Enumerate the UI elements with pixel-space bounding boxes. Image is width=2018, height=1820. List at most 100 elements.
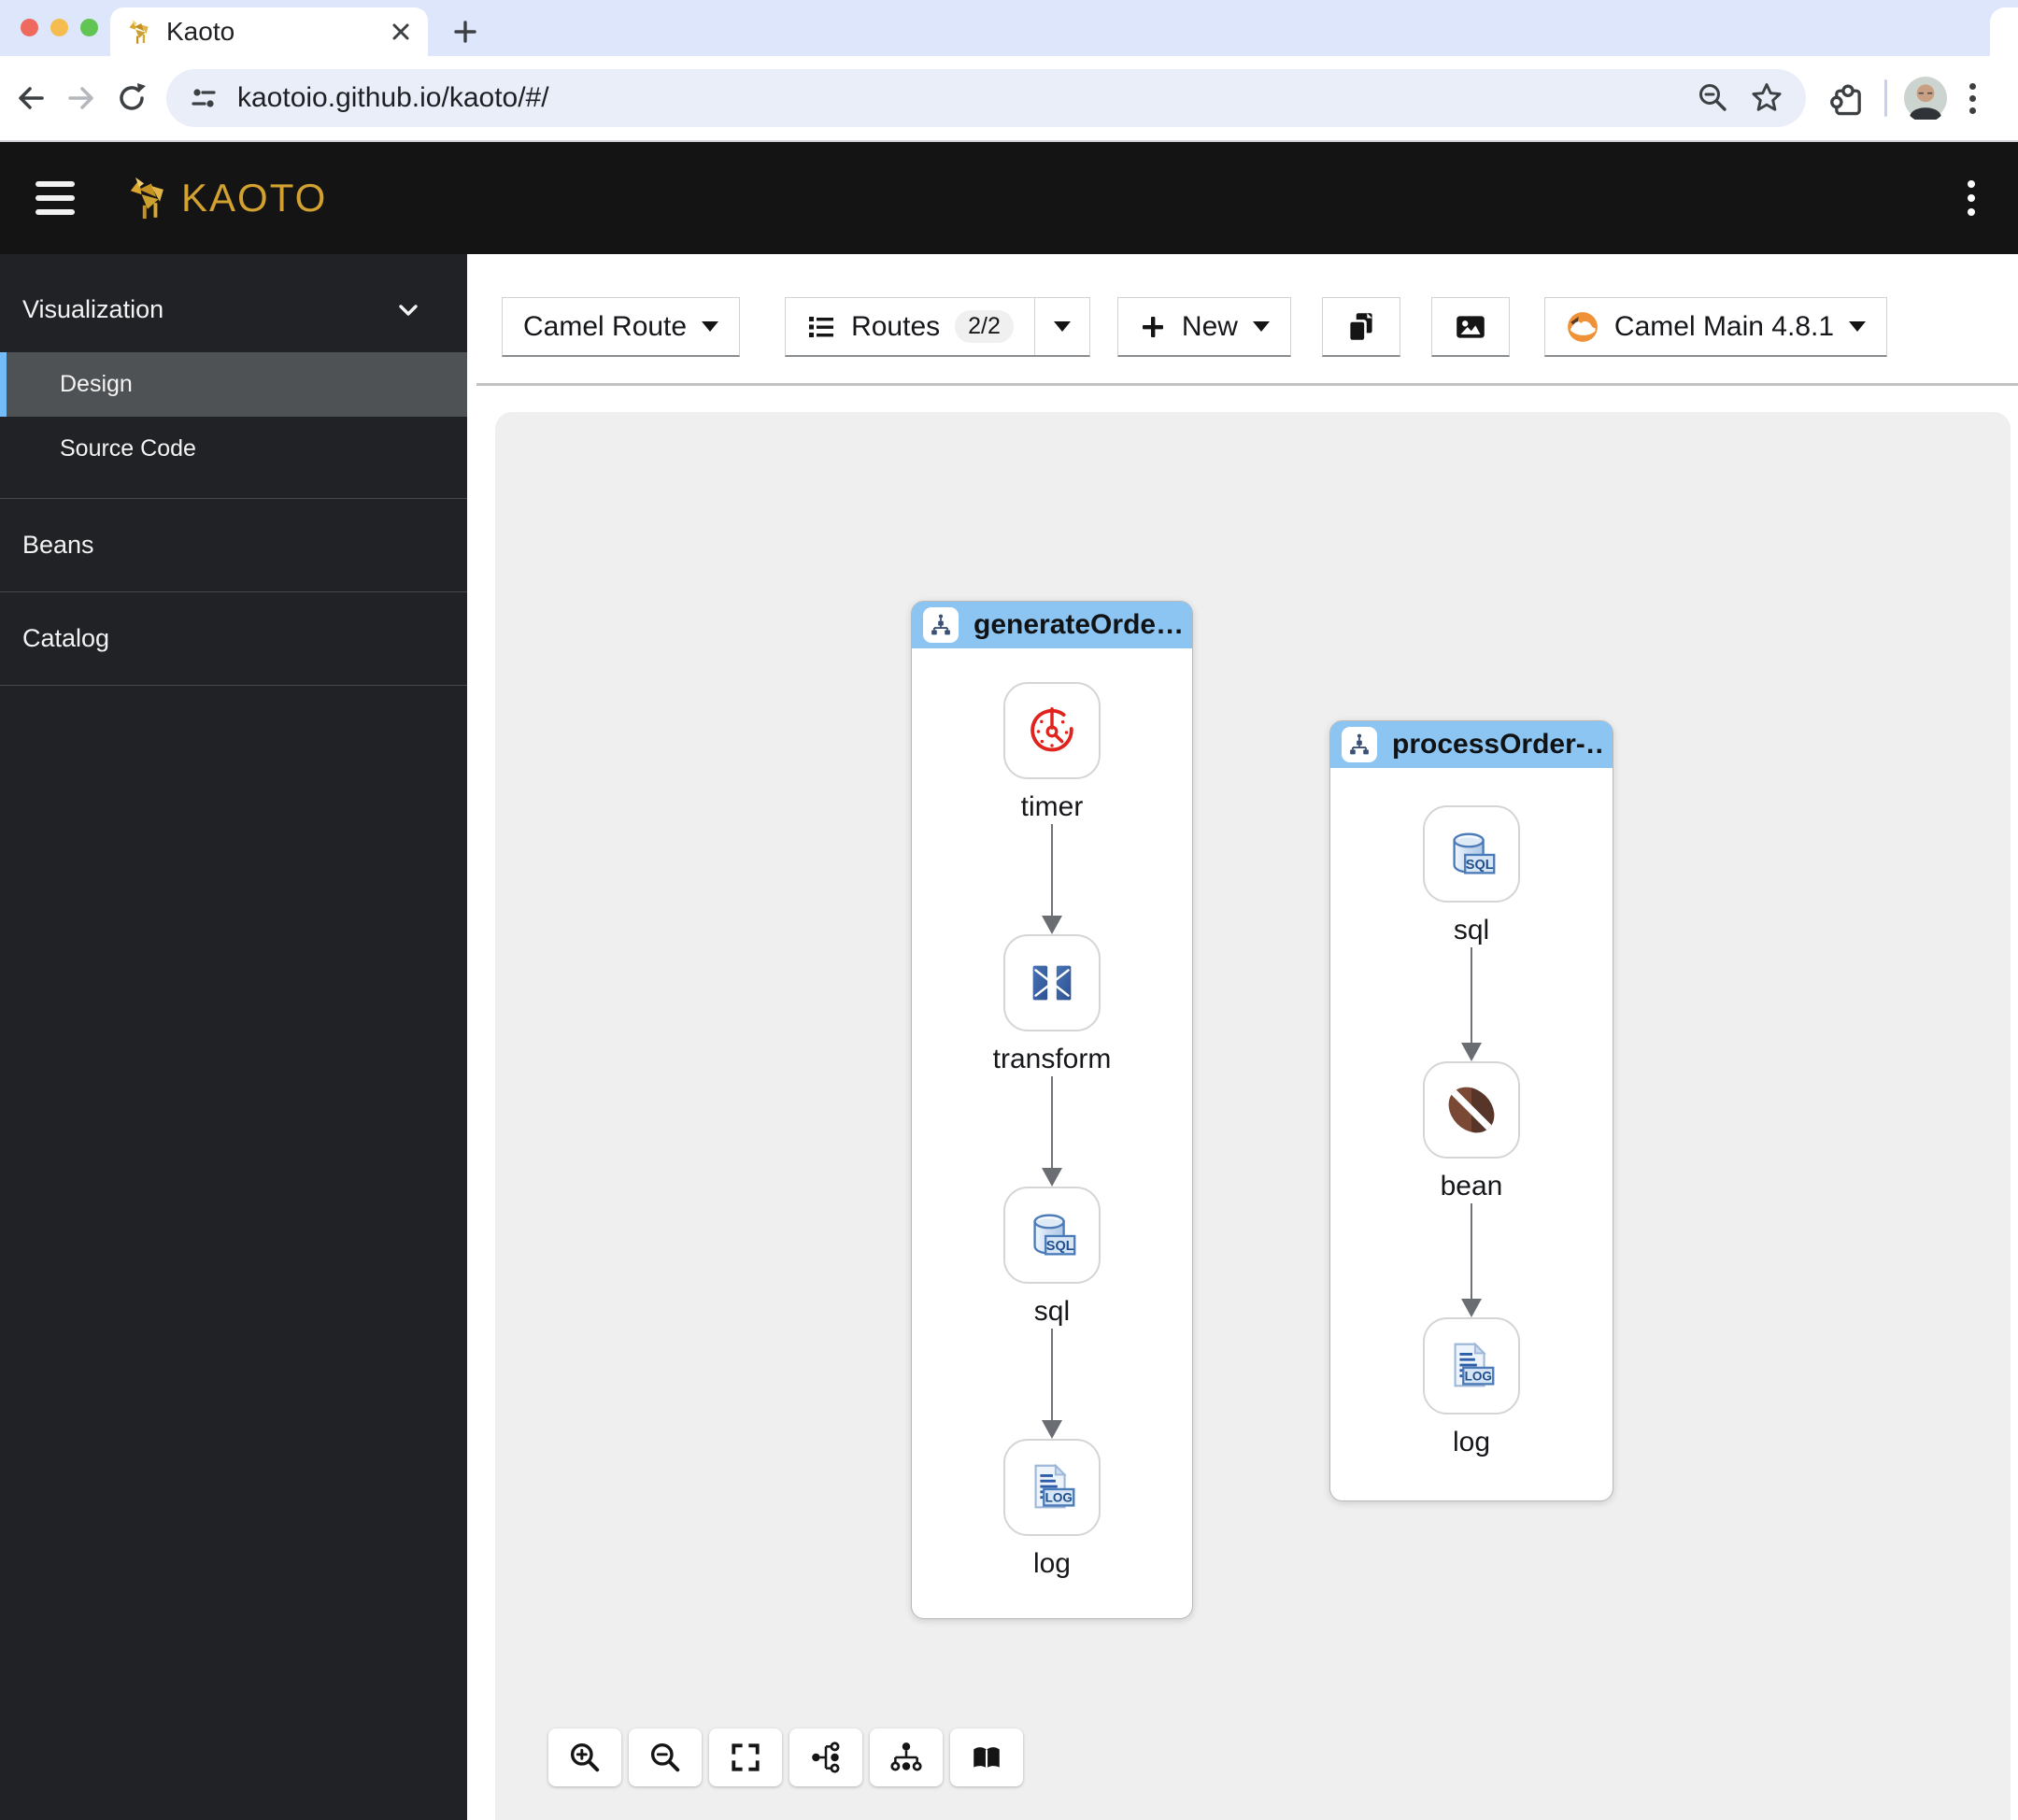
- zoom-in-button[interactable]: [548, 1728, 621, 1786]
- step-tile[interactable]: [1423, 1061, 1520, 1159]
- vertical-layout-button[interactable]: [870, 1728, 943, 1786]
- step-log[interactable]: LOG log: [1002, 1439, 1101, 1581]
- edge-arrow: [1041, 1076, 1062, 1187]
- export-code-button[interactable]: [1321, 297, 1400, 357]
- svg-text:SQL: SQL: [1466, 858, 1494, 873]
- flows-label: Routes: [851, 310, 941, 342]
- flows-list-dropdown[interactable]: Routes 2/2: [785, 297, 1090, 357]
- canvas-controls: [548, 1728, 1023, 1786]
- step-tile[interactable]: LOG: [1002, 1439, 1101, 1536]
- runtime-label: Camel Main 4.8.1: [1613, 310, 1835, 342]
- fit-to-screen-button[interactable]: [709, 1728, 782, 1786]
- route-card-header[interactable]: generateOrde…: [912, 602, 1192, 648]
- route-type-badge: [1342, 727, 1377, 762]
- step-log[interactable]: LOG log: [1423, 1317, 1520, 1459]
- address-bar[interactable]: kaotoio.github.io/kaoto/#/: [166, 69, 1806, 127]
- extensions-icon[interactable]: [1828, 78, 1868, 118]
- camel-favicon-icon: [129, 20, 149, 44]
- sidebar-item-label: Source Code: [60, 435, 196, 462]
- svg-text:LOG: LOG: [1045, 1491, 1073, 1505]
- sidebar-item-beans[interactable]: Beans: [0, 499, 467, 591]
- brand-title: KAOTO: [181, 176, 328, 220]
- flows-count-badge: 2/2: [955, 310, 1014, 343]
- runtime-selector-dropdown[interactable]: Camel Main 4.8.1: [1543, 297, 1888, 357]
- chevron-down-icon: [399, 304, 418, 316]
- sidebar-item-design[interactable]: Design: [0, 352, 467, 417]
- step-tile[interactable]: [1002, 682, 1101, 779]
- forward-button[interactable]: [56, 73, 107, 123]
- close-window-button[interactable]: [21, 19, 38, 36]
- route-steps: timer transform SQL sql LOG log: [992, 648, 1112, 1618]
- toolbar-divider: [476, 383, 2018, 386]
- step-sql[interactable]: SQL sql: [1002, 1187, 1101, 1329]
- zoom-in-icon: [570, 1742, 600, 1772]
- profile-avatar[interactable]: [1904, 77, 1947, 120]
- flows-caret-button[interactable]: [1035, 298, 1089, 355]
- horizontal-layout-button[interactable]: [789, 1728, 862, 1786]
- route-card-processOrder[interactable]: processOrder-… SQL sql bean LOG log: [1329, 720, 1613, 1501]
- sidebar-item-source-code[interactable]: Source Code: [0, 417, 467, 481]
- route-card-header[interactable]: processOrder-…: [1330, 721, 1613, 768]
- new-entity-dropdown[interactable]: New: [1116, 297, 1291, 357]
- step-sql[interactable]: SQL sql: [1423, 805, 1520, 947]
- timer-icon: [1030, 707, 1073, 752]
- step-tile[interactable]: SQL: [1002, 1187, 1101, 1284]
- zoom-out-page-icon[interactable]: [1696, 80, 1731, 116]
- step-tile[interactable]: SQL: [1423, 805, 1520, 903]
- site-settings-icon[interactable]: [187, 81, 220, 115]
- zoom-out-icon: [650, 1742, 680, 1772]
- step-bean[interactable]: bean: [1423, 1061, 1520, 1203]
- reload-button[interactable]: [107, 73, 157, 123]
- browser-menu-button[interactable]: [1964, 82, 1982, 114]
- minimize-window-button[interactable]: [50, 19, 68, 36]
- navigation-sidebar: Visualization Design Source Code Beans C…: [0, 254, 467, 1820]
- step-tile[interactable]: [1002, 934, 1101, 1031]
- step-timer[interactable]: timer: [1002, 682, 1101, 824]
- vertical-layout-icon: [890, 1742, 922, 1771]
- step-transform[interactable]: transform: [992, 934, 1112, 1076]
- visualization-toolbar: Camel Route Routes 2/2 New Camel Main 4.…: [467, 254, 2018, 383]
- catalog-book-button[interactable]: [950, 1728, 1023, 1786]
- sidebar-item-label: Beans: [22, 531, 94, 559]
- horizontal-layout-icon: [812, 1742, 840, 1773]
- header-menu-button[interactable]: [1962, 175, 1981, 221]
- bookmark-star-icon[interactable]: [1748, 79, 1785, 117]
- sidebar-divider: [0, 685, 467, 686]
- camel-runtime-icon: [1568, 311, 1598, 342]
- back-button[interactable]: [6, 73, 56, 123]
- step-label: transform: [992, 1044, 1112, 1074]
- url-text[interactable]: kaotoio.github.io/kaoto/#/: [237, 82, 1679, 114]
- sidebar-item-catalog[interactable]: Catalog: [0, 592, 467, 685]
- route-type-badge: [923, 607, 959, 643]
- new-tab-button[interactable]: [447, 13, 484, 50]
- camel-logo-icon: [130, 177, 163, 220]
- step-tile[interactable]: LOG: [1423, 1317, 1520, 1415]
- step-label: bean: [1440, 1171, 1503, 1201]
- list-icon: [809, 316, 834, 337]
- export-image-button[interactable]: [1430, 297, 1510, 357]
- design-page: Camel Route Routes 2/2 New Camel Main 4.…: [467, 254, 2018, 1820]
- step-label: timer: [1020, 791, 1084, 822]
- browser-toolbar: kaotoio.github.io/kaoto/#/: [0, 56, 2018, 140]
- route-sitemap-icon: [1350, 733, 1369, 755]
- book-icon: [973, 1747, 1000, 1769]
- sidebar-toggle-button[interactable]: [28, 174, 82, 222]
- reload-icon: [120, 83, 146, 110]
- browser-tab[interactable]: Kaoto: [110, 7, 428, 56]
- browser-actions: [1828, 77, 1982, 120]
- route-card-generateOrder[interactable]: generateOrde… timer transform SQL sql LO…: [911, 601, 1193, 1619]
- edge-arrow: [1461, 947, 1482, 1061]
- close-tab-icon[interactable]: [389, 20, 413, 44]
- caret-down-icon: [1053, 321, 1071, 332]
- visualization-canvas[interactable]: generateOrde… timer transform SQL sql LO…: [495, 412, 2011, 1820]
- zoom-out-button[interactable]: [629, 1728, 702, 1786]
- maximize-window-button[interactable]: [80, 19, 98, 36]
- step-label: sql: [1033, 1296, 1071, 1327]
- log-icon: LOG: [1034, 1463, 1075, 1509]
- dsl-selector-dropdown[interactable]: Camel Route: [502, 297, 741, 357]
- sql-icon: SQL: [1453, 832, 1496, 874]
- sidebar-group-visualization[interactable]: Visualization: [0, 254, 467, 352]
- expand-icon: [732, 1743, 760, 1771]
- kaoto-brand[interactable]: KAOTO: [123, 174, 327, 222]
- new-label: New: [1181, 310, 1238, 342]
